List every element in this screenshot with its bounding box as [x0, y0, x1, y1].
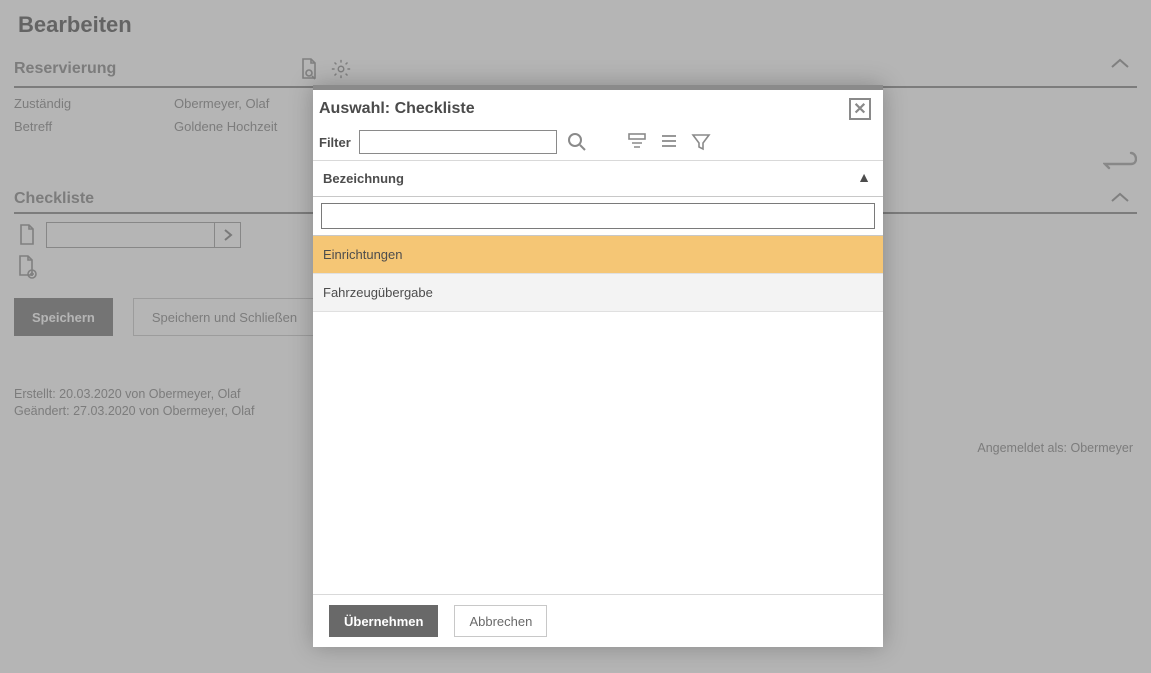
list-icon[interactable]	[659, 132, 679, 152]
search-icon[interactable]	[565, 130, 589, 154]
funnel-icon[interactable]	[691, 132, 711, 152]
column-search-input[interactable]	[321, 203, 875, 229]
list-item[interactable]: Fahrzeugübergabe	[313, 274, 883, 312]
filter-label: Filter	[319, 135, 351, 150]
column-header-label: Bezeichnung	[323, 171, 404, 186]
ok-button[interactable]: Übernehmen	[329, 605, 438, 637]
cancel-button[interactable]: Abbrechen	[454, 605, 547, 637]
filter-input[interactable]	[359, 130, 557, 154]
column-filter-icon[interactable]	[627, 132, 647, 152]
sort-asc-icon[interactable]: ▲	[857, 169, 871, 185]
list-item[interactable]: Einrichtungen	[313, 236, 883, 274]
close-icon[interactable]: ✕	[849, 98, 871, 120]
column-header[interactable]: Bezeichnung ▲	[313, 161, 883, 197]
modal-title: Auswahl: Checkliste	[319, 100, 475, 118]
selection-modal: Auswahl: Checkliste ✕ Filter	[313, 85, 883, 647]
